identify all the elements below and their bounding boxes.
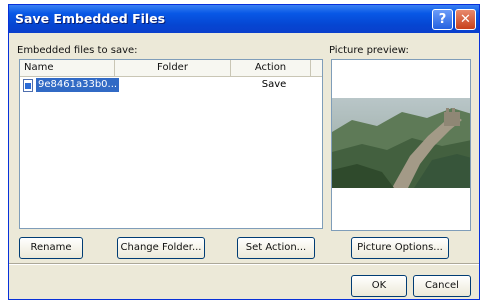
close-icon: ✕ [460,12,471,27]
file-icon [23,79,33,92]
help-button[interactable]: ? [432,9,453,30]
change-folder-button[interactable]: Change Folder... [117,237,205,259]
set-action-button[interactable]: Set Action... [237,237,315,259]
embedded-files-list[interactable]: Name Folder Action 9e8461a33b0... Save [19,59,323,229]
close-button[interactable]: ✕ [455,9,476,30]
embedded-files-label: Embedded files to save: [17,45,138,56]
title-bar[interactable]: Save Embedded Files ? ✕ [9,5,479,33]
file-name: 9e8461a33b0... [36,78,120,92]
column-header-name[interactable]: Name [20,60,115,76]
file-action: Save [261,79,287,90]
button-divider [9,263,479,265]
column-header-folder[interactable]: Folder [115,60,231,76]
help-icon: ? [438,12,447,27]
list-item[interactable]: 9e8461a33b0... Save [20,77,322,95]
cancel-button[interactable]: Cancel [413,275,471,297]
save-embedded-files-dialog: Save Embedded Files ? ✕ Embedded files t… [8,4,480,300]
dialog-title: Save Embedded Files [15,11,166,26]
picture-preview [331,59,471,231]
ok-button[interactable]: OK [351,275,407,297]
column-header-action[interactable]: Action [231,60,311,76]
rename-button[interactable]: Rename [19,237,83,259]
picture-preview-label: Picture preview: [329,45,409,56]
great-wall-photo [332,60,470,230]
picture-options-button[interactable]: Picture Options... [351,237,449,259]
list-header: Name Folder Action [20,60,322,77]
